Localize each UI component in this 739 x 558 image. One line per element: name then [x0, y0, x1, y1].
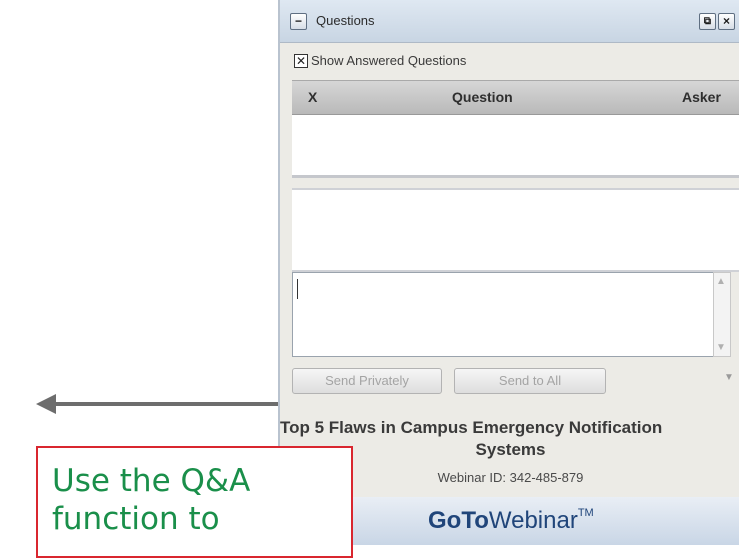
collapse-icon[interactable]: −: [290, 13, 307, 30]
text-caret: [297, 279, 298, 299]
close-icon[interactable]: ×: [718, 13, 735, 30]
send-privately-button[interactable]: Send Privately: [292, 368, 442, 394]
arrow-left-icon: [36, 394, 56, 414]
answer-display: [292, 188, 739, 272]
panel-title: Questions: [316, 13, 375, 28]
show-answered-checkbox[interactable]: ✕: [294, 54, 308, 68]
panel-titlebar: − Questions ⧉ ×: [280, 0, 739, 43]
popout-icon[interactable]: ⧉: [699, 13, 716, 30]
callout-text: Use the Q&A function to: [52, 463, 251, 537]
column-header-asker[interactable]: Asker: [682, 89, 721, 105]
column-header-question[interactable]: Question: [452, 89, 513, 105]
send-to-all-button[interactable]: Send to All: [454, 368, 606, 394]
question-input[interactable]: [292, 272, 714, 357]
questions-list[interactable]: [292, 115, 739, 178]
scroll-up-icon[interactable]: ▲: [716, 276, 726, 287]
gotowebinar-logo: GoToWebinarTM: [428, 507, 594, 534]
dropdown-arrow-icon[interactable]: ▼: [724, 372, 734, 383]
pointer-arrow-line: [52, 402, 278, 406]
scroll-down-icon[interactable]: ▼: [716, 342, 726, 353]
column-header-x[interactable]: X: [308, 89, 317, 105]
questions-table-header: X Question Asker: [292, 80, 739, 115]
input-scrollbar[interactable]: ▲ ▼: [713, 272, 731, 357]
show-answered-label: Show Answered Questions: [311, 53, 467, 68]
webinar-title-line1: Top 5 Flaws in Campus Emergency Notifica…: [280, 418, 663, 437]
callout-box: Use the Q&A function to: [36, 446, 353, 558]
questions-panel: − Questions ⧉ × ✕ Show Answered Question…: [278, 0, 739, 402]
